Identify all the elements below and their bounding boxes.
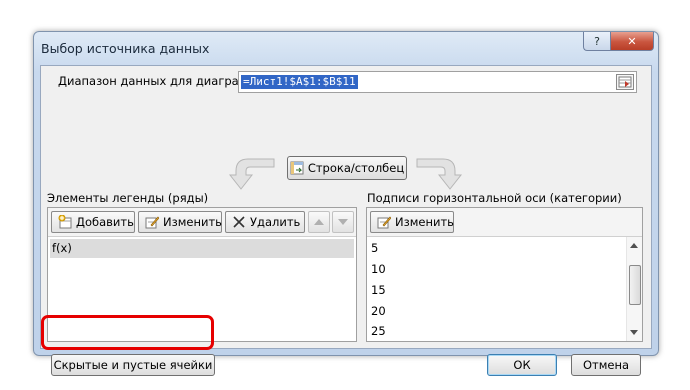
add-icon — [58, 214, 72, 229]
switch-row-column-label: Строка/столбец — [307, 161, 405, 175]
scroll-down-icon[interactable] — [630, 330, 638, 335]
legend-series-item[interactable]: f(x) — [50, 239, 354, 258]
range-picker-icon[interactable] — [616, 74, 634, 90]
move-up-icon — [314, 219, 324, 225]
ok-button[interactable]: ОК — [487, 354, 557, 376]
axis-category-item[interactable]: 5 — [369, 239, 640, 258]
axis-category-item[interactable]: 25 — [369, 322, 640, 341]
axis-toolbar: Изменить — [367, 208, 642, 237]
switch-row-column-icon — [290, 161, 304, 175]
axis-list-scrollbar[interactable] — [626, 237, 642, 341]
delete-series-label: Удалить — [250, 215, 301, 229]
axis-category-item[interactable]: 10 — [369, 260, 640, 279]
add-series-button[interactable]: Добавить — [51, 211, 135, 233]
dialog-body: Диапазон данных для диаграммы: =Лист1!$A… — [40, 65, 652, 376]
move-down-icon — [338, 219, 348, 225]
switch-row-column-button[interactable]: Строка/столбец — [287, 156, 407, 180]
move-down-button[interactable] — [332, 211, 354, 233]
legend-toolbar: Добавить Изменить Удалить — [48, 208, 356, 237]
axis-heading: Подписи горизонтальной оси (категории) — [367, 191, 622, 205]
delete-x-icon — [232, 215, 246, 229]
left-curved-arrow-icon — [228, 158, 275, 190]
right-curved-arrow-icon — [416, 158, 463, 190]
delete-series-button[interactable]: Удалить — [225, 211, 305, 233]
axis-category-item[interactable]: 15 — [369, 281, 640, 300]
scroll-thumb[interactable] — [629, 265, 641, 305]
dialog-title: Выбор источника данных — [41, 41, 210, 56]
title-bar-buttons: ? ✕ — [583, 32, 654, 51]
chart-range-value: =Лист1!$A$1:$B$11 — [241, 75, 358, 89]
add-series-label: Добавить — [76, 215, 134, 229]
edit-icon — [145, 215, 160, 229]
hidden-empty-cells-button[interactable]: Скрытые и пустые ячейки — [51, 354, 215, 376]
edit-icon — [377, 215, 392, 229]
edit-series-button[interactable]: Изменить — [138, 211, 222, 233]
help-button[interactable]: ? — [583, 32, 610, 51]
move-up-button[interactable] — [308, 211, 330, 233]
scroll-up-icon[interactable] — [630, 243, 638, 248]
legend-heading: Элементы легенды (ряды) — [47, 191, 209, 205]
select-data-source-dialog: Выбор источника данных ? ✕ Диапазон данн… — [33, 31, 659, 376]
axis-category-item[interactable]: 20 — [369, 302, 640, 321]
chart-range-input[interactable]: =Лист1!$A$1:$B$11 — [238, 71, 637, 93]
edit-axis-labels-button[interactable]: Изменить — [370, 211, 454, 233]
edit-series-label: Изменить — [163, 215, 222, 229]
close-button[interactable]: ✕ — [610, 32, 654, 51]
highlight-ring — [41, 315, 214, 350]
cancel-button[interactable]: Отмена — [571, 354, 641, 376]
axis-panel: Изменить 5 10 15 20 25 — [366, 207, 643, 342]
edit-axis-labels-label: Изменить — [395, 215, 454, 229]
